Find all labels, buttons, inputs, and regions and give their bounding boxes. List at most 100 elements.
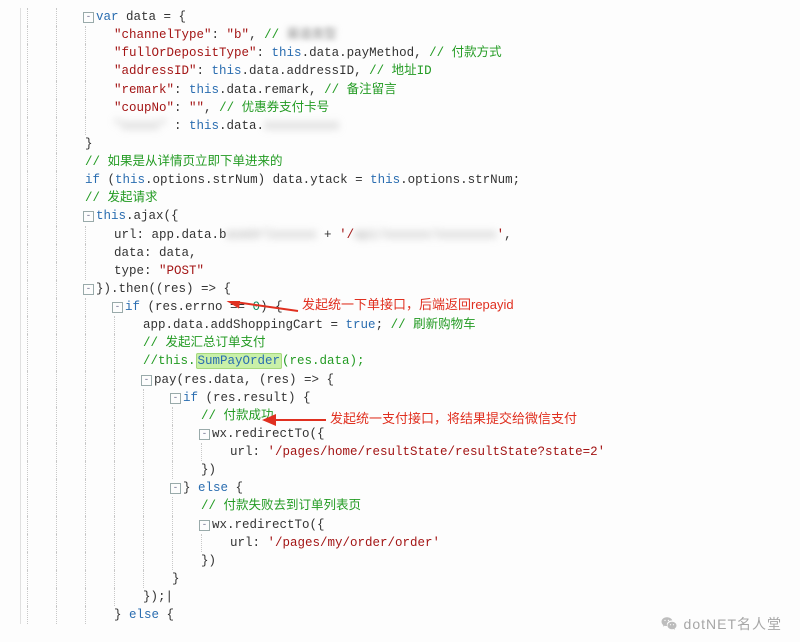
annotation-arrow-2 <box>258 412 328 430</box>
code-line: data: data, <box>0 244 800 262</box>
code-token: .options.strNum) data.ytack = <box>145 173 370 187</box>
fold-icon[interactable]: - <box>199 429 210 440</box>
code-token: this <box>189 119 219 133</box>
code-token: , <box>204 101 219 115</box>
code-token: xxxxxxxxxx <box>264 119 339 133</box>
code-line: app.data.addShoppingCart = true; // 刷新购物… <box>0 316 800 334</box>
code-token: }) <box>201 463 216 477</box>
fold-icon[interactable]: - <box>170 483 181 494</box>
code-token: : <box>167 119 190 133</box>
code-token: aseUrlxxxxxx <box>227 228 317 242</box>
code-token: } <box>183 481 198 495</box>
code-line: "fullOrDepositType": this.data.payMethod… <box>0 44 800 62</box>
code-editor: -var data = {"channelType": "b", // 渠道类型… <box>0 0 800 632</box>
fold-icon[interactable]: - <box>199 520 210 531</box>
code-token: .data. <box>219 119 264 133</box>
code-token: api/xxxxxx/xxxxxxxx <box>354 228 497 242</box>
code-line: // 发起请求 <box>0 189 800 207</box>
code-token: , <box>249 28 264 42</box>
code-line: "remark": this.data.remark, // 备注留言 <box>0 81 800 99</box>
code-line: "coupNo": "", // 优惠券支付卡号 <box>0 99 800 117</box>
code-token: .data.remark, <box>219 83 324 97</box>
code-token: this <box>212 64 242 78</box>
code-token: : <box>212 28 227 42</box>
code-token: url: <box>230 445 268 459</box>
code-token: '/pages/home/resultState/resultState?sta… <box>268 445 606 459</box>
code-line: -this.ajax({ <box>0 207 800 225</box>
code-token: (res.data); <box>282 354 365 368</box>
code-token: SumPayOrder <box>196 353 283 369</box>
code-token: "fullOrDepositType" <box>114 46 257 60</box>
code-token: '/pages/my/order/order' <box>268 536 441 550</box>
code-line: // 如果是从详情页立即下单进来的 <box>0 153 800 171</box>
code-token: ; <box>376 318 391 332</box>
fold-icon[interactable]: - <box>141 375 152 386</box>
code-token: this <box>370 173 400 187</box>
wechat-icon <box>660 615 678 633</box>
code-line: -wx.redirectTo({ <box>0 516 800 534</box>
code-token: }).then((res) => { <box>96 282 231 296</box>
watermark-text: dotNET名人堂 <box>684 614 782 634</box>
code-token: });| <box>143 590 173 604</box>
code-token: url: app.data.b <box>114 228 227 242</box>
fold-icon[interactable]: - <box>83 12 94 23</box>
code-token: "channelType" <box>114 28 212 42</box>
code-token: // 付款方式 <box>429 46 502 60</box>
code-token: this <box>189 83 219 97</box>
code-token: + <box>317 228 340 242</box>
code-line: }) <box>0 552 800 570</box>
code-token: : <box>197 64 212 78</box>
code-token: true <box>346 318 376 332</box>
code-token: // 地址ID <box>369 64 432 78</box>
code-line: -var data = { <box>0 8 800 26</box>
code-token: .data.payMethod, <box>302 46 430 60</box>
code-token: data = { <box>126 10 186 24</box>
fold-icon[interactable]: - <box>83 211 94 222</box>
code-line: if (this.options.strNum) data.ytack = th… <box>0 171 800 189</box>
code-token: .ajax({ <box>126 209 179 223</box>
code-token: "addressID" <box>114 64 197 78</box>
code-token: // 优惠券支付卡号 <box>219 101 329 115</box>
code-token: url: <box>230 536 268 550</box>
code-token: // 备注留言 <box>324 83 397 97</box>
annotation-text-2: 发起统一支付接口，将结果提交给微信支付 <box>330 410 577 429</box>
code-token: wx.redirectTo({ <box>212 518 325 532</box>
code-token: "remark" <box>114 83 174 97</box>
code-line: "xxxxx" : this.data.xxxxxxxxxx <box>0 117 800 135</box>
code-token: var <box>96 10 126 24</box>
fold-icon[interactable]: - <box>83 284 94 295</box>
code-line: url: '/pages/my/order/order' <box>0 534 800 552</box>
code-line: "channelType": "b", // 渠道类型 <box>0 26 800 44</box>
code-token: "b" <box>227 28 250 42</box>
code-line: url: app.data.baseUrlxxxxxx + '/api/xxxx… <box>0 226 800 244</box>
fold-icon[interactable]: - <box>170 393 181 404</box>
code-token: if <box>85 173 100 187</box>
code-line: });| <box>0 588 800 606</box>
code-token: this <box>96 209 126 223</box>
code-token: this <box>272 46 302 60</box>
code-token: data: data, <box>114 246 197 260</box>
code-token: "xxxxx" <box>114 119 167 133</box>
code-line: // 发起汇总订单支付 <box>0 334 800 352</box>
code-token: ' <box>497 228 505 242</box>
code-token: else <box>198 481 228 495</box>
code-line: type: "POST" <box>0 262 800 280</box>
fold-icon[interactable]: - <box>112 302 123 313</box>
code-token: // 刷新购物车 <box>391 318 476 332</box>
code-token: 渠道类型 <box>287 28 337 42</box>
code-token: } <box>114 608 129 622</box>
code-token: // 付款失败去到订单列表页 <box>201 499 361 513</box>
code-token: //this. <box>143 354 196 368</box>
code-token: , <box>504 228 512 242</box>
code-token: .data.addressID, <box>242 64 370 78</box>
code-token: // <box>264 28 287 42</box>
code-token: (res.result) { <box>198 391 311 405</box>
code-token: if <box>125 300 140 314</box>
code-line: -pay(res.data, (res) => { <box>0 371 800 389</box>
code-token: { <box>228 481 243 495</box>
code-token: }) <box>201 554 216 568</box>
annotation-text-1: 发起统一下单接口，后端返回repayid <box>302 296 514 315</box>
watermark: dotNET名人堂 <box>660 614 782 634</box>
code-token: : <box>174 83 189 97</box>
code-token: pay(res.data, (res) => { <box>154 373 334 387</box>
